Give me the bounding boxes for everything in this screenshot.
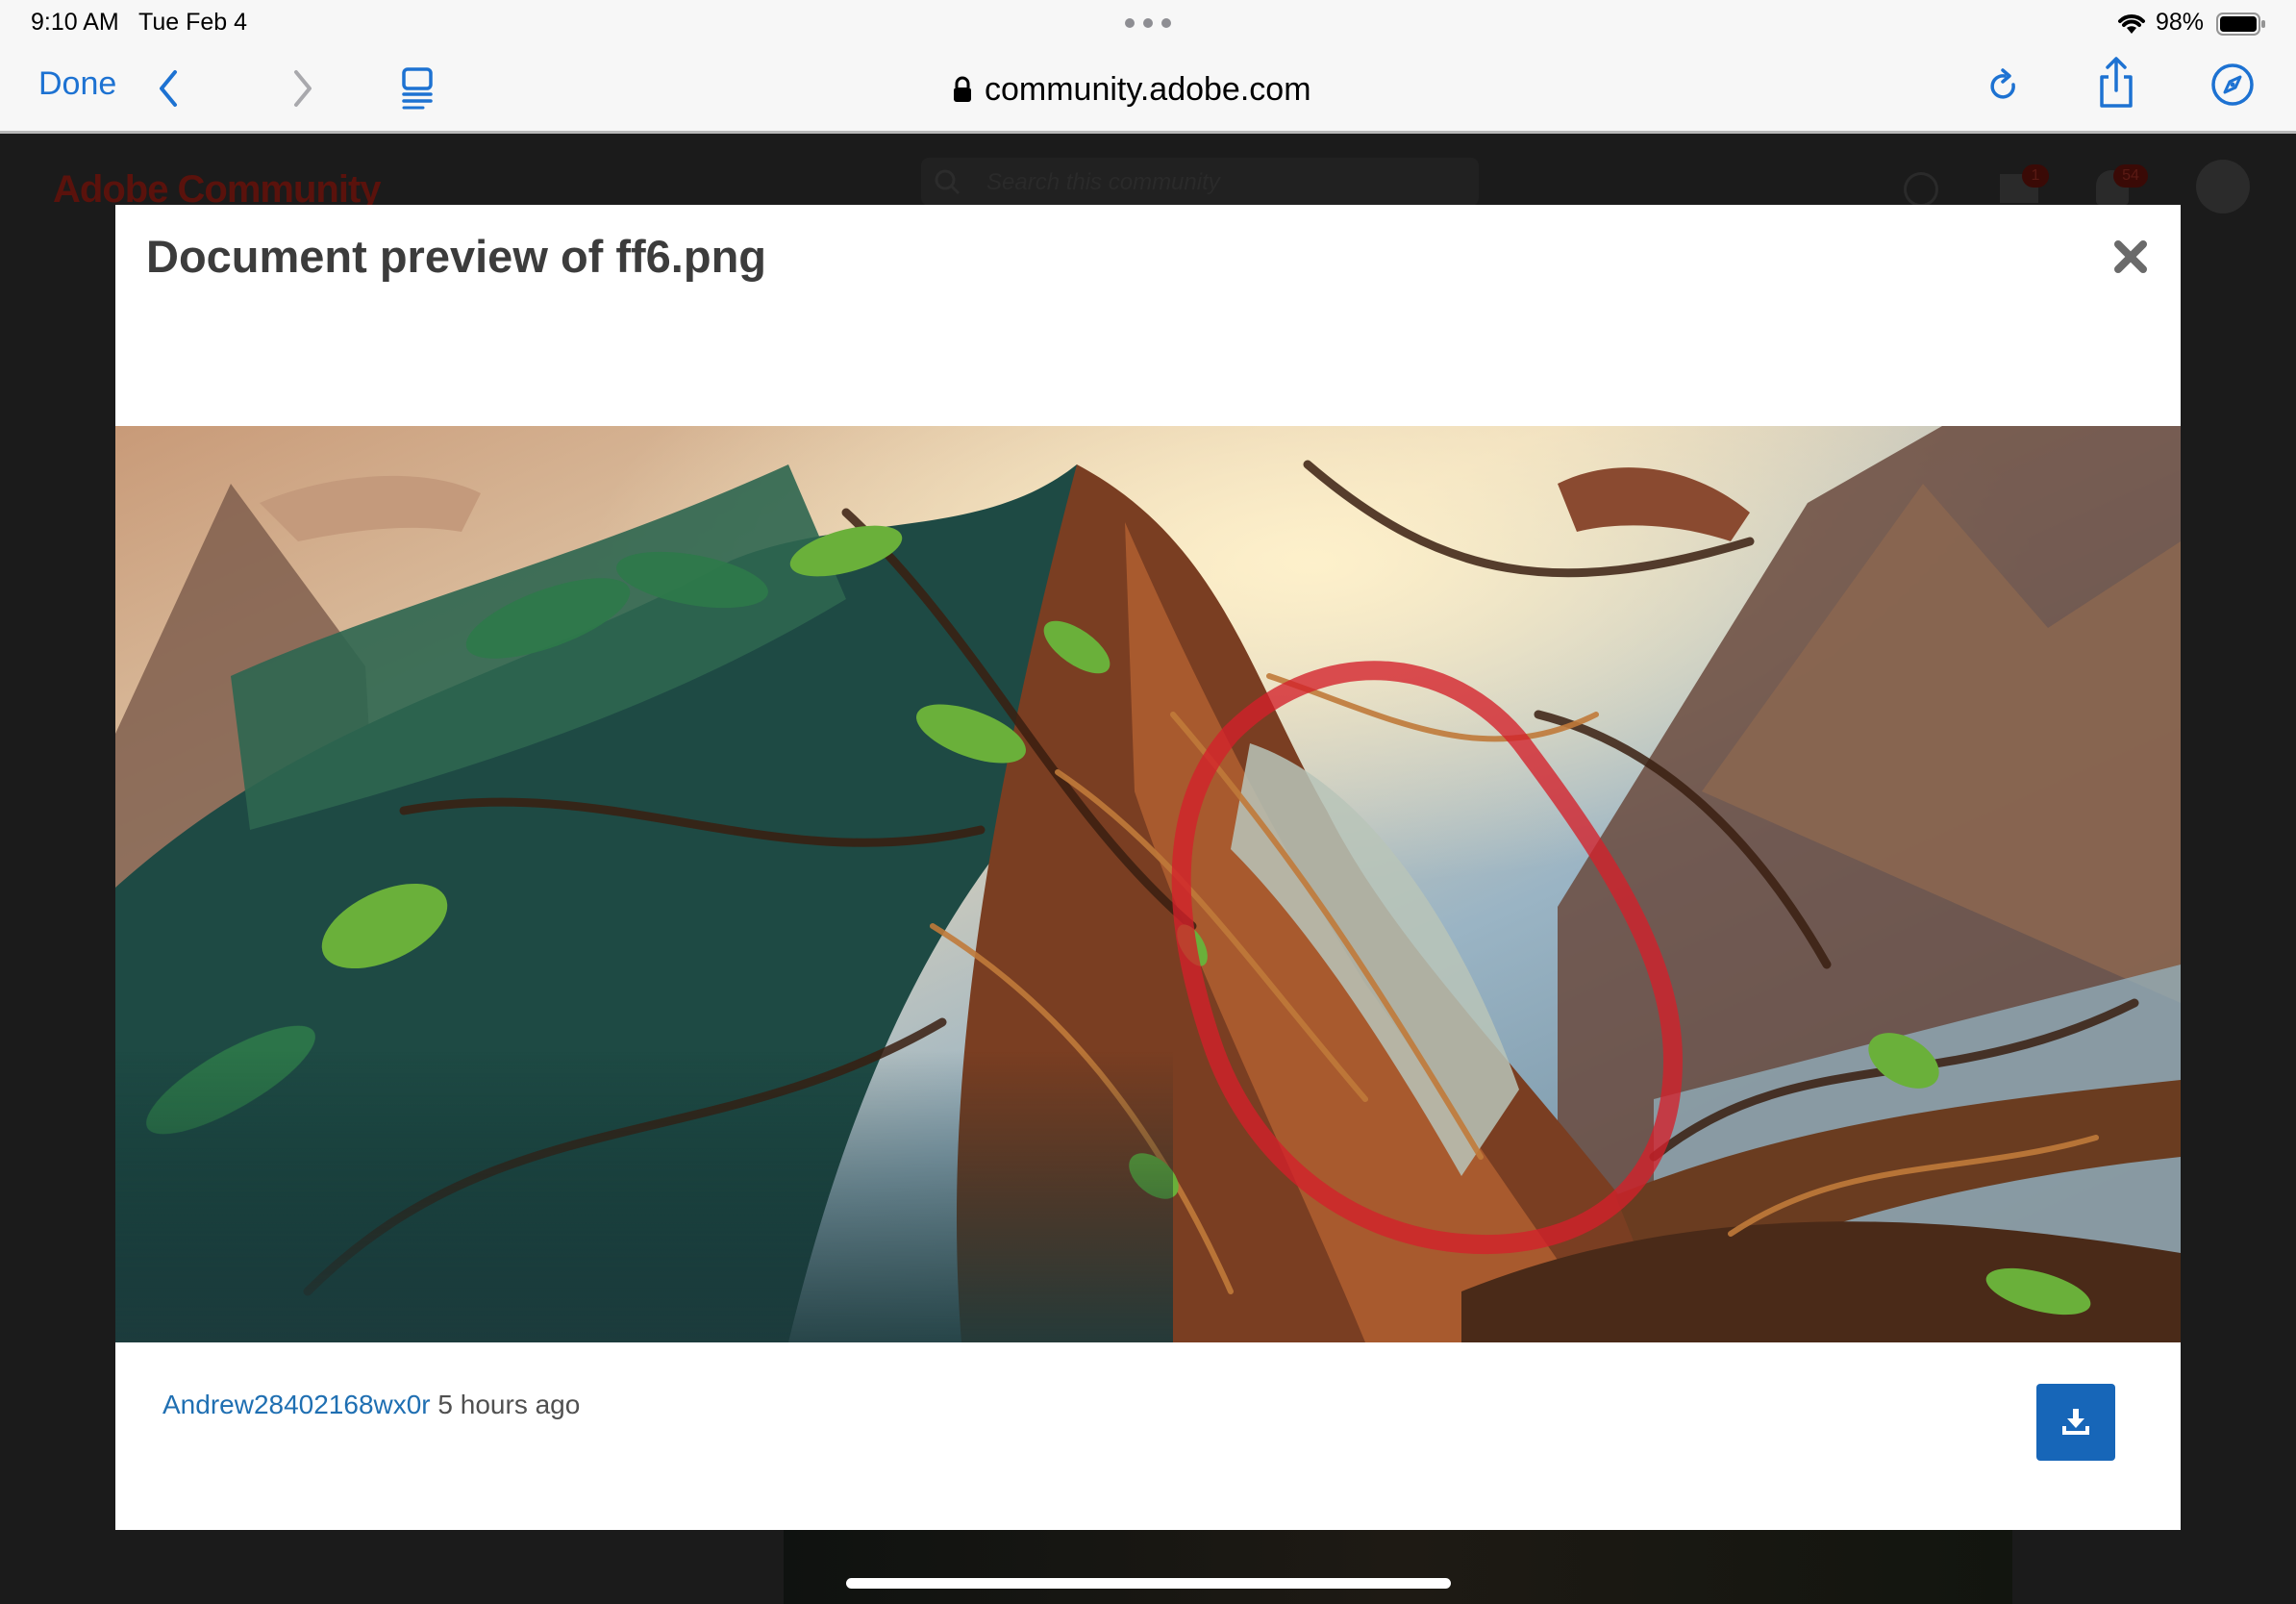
multitasking-dots-icon[interactable] [1125, 18, 1171, 28]
timestamp: 5 hours ago [437, 1390, 581, 1419]
close-icon[interactable] [2111, 238, 2150, 276]
url-text: community.adobe.com [985, 70, 1311, 108]
status-time: 9:10 AM [31, 9, 119, 36]
search-placeholder: Search this community [986, 169, 1220, 195]
attachment-meta: Andrew28402168wx0r 5 hours ago [162, 1390, 580, 1420]
background-image-strip [784, 1530, 2012, 1604]
modal-title: Document preview of ff6.png [146, 231, 766, 282]
document-preview-modal: Document preview of ff6.png Andrew284021… [115, 205, 2181, 1530]
image-preview [115, 426, 2181, 1342]
home-indicator[interactable] [846, 1578, 1451, 1589]
battery-percentage: 98% [2156, 9, 2205, 36]
download-icon [2062, 1409, 2089, 1435]
share-icon[interactable] [2096, 56, 2136, 110]
fantasy-artwork-image [115, 426, 2181, 1342]
status-date: Tue Feb 4 [138, 9, 248, 36]
wifi-icon [2118, 14, 2145, 34]
battery-icon [2216, 13, 2265, 36]
browser-toolbar: Done community.adobe.com [0, 48, 2296, 134]
community-search: Search this community [921, 158, 1479, 206]
site-header: Adobe Community Search this community 1 … [0, 134, 2296, 213]
search-icon [935, 169, 961, 195]
back-icon[interactable] [154, 64, 183, 113]
notification-badge: 54 [2113, 164, 2148, 188]
compass-icon[interactable] [2209, 62, 2256, 108]
done-button[interactable]: Done [38, 65, 116, 103]
download-button[interactable] [2036, 1384, 2115, 1461]
reload-icon[interactable] [1984, 63, 2024, 112]
reader-icon[interactable] [400, 65, 435, 110]
status-bar: 9:10 AM Tue Feb 4 98% [0, 0, 2296, 48]
forward-icon[interactable] [288, 64, 317, 113]
lock-icon [954, 76, 971, 102]
author-link[interactable]: Andrew28402168wx0r [162, 1390, 431, 1419]
address-bar[interactable]: community.adobe.com [952, 62, 1311, 117]
avatar [2196, 160, 2250, 213]
mail-badge: 1 [2022, 164, 2049, 188]
globe-icon [1904, 172, 1938, 207]
